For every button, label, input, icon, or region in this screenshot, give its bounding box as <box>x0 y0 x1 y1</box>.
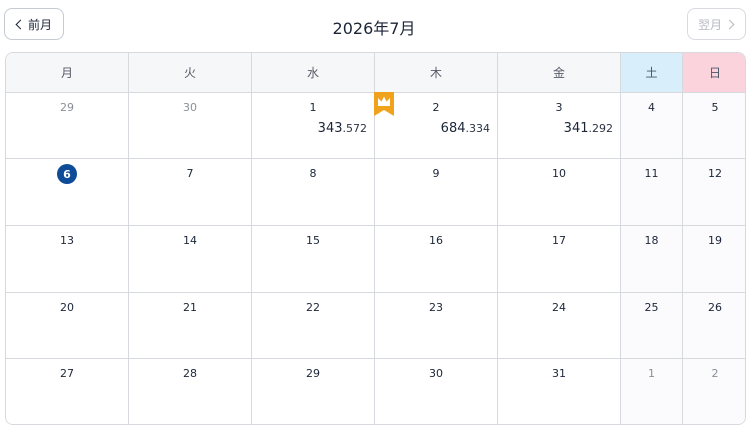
day-cell[interactable]: 18 <box>621 226 683 293</box>
day-number: 25 <box>644 301 659 314</box>
day-cell[interactable]: 29 <box>6 93 129 159</box>
day-cell[interactable]: 10 <box>498 159 621 226</box>
day-number: 16 <box>429 234 443 247</box>
day-number: 14 <box>183 234 197 247</box>
day-number: 11 <box>644 167 659 180</box>
day-number: 31 <box>552 367 566 380</box>
day-cell[interactable]: 3 341.292 <box>498 93 621 159</box>
day-number: 20 <box>60 301 74 314</box>
day-cell[interactable]: 13 <box>6 226 129 293</box>
day-number: 23 <box>429 301 443 314</box>
day-cell[interactable]: 30 <box>129 93 252 159</box>
day-cell[interactable]: 1 343.572 <box>252 93 375 159</box>
day-cell[interactable]: 2 <box>683 359 745 424</box>
day-number: 8 <box>309 167 317 180</box>
month-title: 2026年7月 <box>332 19 416 38</box>
day-value: 343.572 <box>318 121 367 136</box>
day-number: 18 <box>644 234 659 247</box>
day-cell[interactable]: 26 <box>683 293 745 359</box>
day-value-integer: 341 <box>563 121 589 136</box>
day-cell[interactable]: 2 684.334 <box>374 92 498 159</box>
day-number: 10 <box>552 167 566 180</box>
day-cell[interactable]: 11 <box>621 159 683 226</box>
day-value-integer: 343 <box>317 121 343 136</box>
day-number: 4 <box>648 101 655 114</box>
day-value: 684.334 <box>441 121 490 136</box>
day-number: 3 <box>555 101 563 114</box>
day-cell[interactable]: 28 <box>129 359 252 424</box>
day-cell[interactable]: 5 <box>683 93 745 159</box>
day-number: 29 <box>60 101 74 114</box>
day-number: 30 <box>183 101 197 114</box>
day-number: 28 <box>183 367 197 380</box>
today-badge: 6 <box>57 164 77 184</box>
day-cell[interactable]: 9 <box>375 159 498 226</box>
day-cell[interactable]: 4 <box>621 93 683 159</box>
day-cell[interactable]: 15 <box>252 226 375 293</box>
day-number: 13 <box>60 234 74 247</box>
weekday-header-mon: 月 <box>6 53 129 93</box>
weekday-header-thu: 木 <box>375 53 498 93</box>
day-number: 7 <box>186 167 194 180</box>
day-value-decimal: .572 <box>342 122 368 135</box>
day-number: 15 <box>306 234 320 247</box>
day-value-decimal: .292 <box>588 122 614 135</box>
day-cell[interactable]: 29 <box>252 359 375 424</box>
weekday-header-sat: 土 <box>621 53 683 93</box>
day-value-integer: 684 <box>440 121 466 136</box>
day-number: 1 <box>648 367 655 380</box>
day-number: 24 <box>552 301 566 314</box>
day-cell[interactable]: 20 <box>6 293 129 359</box>
day-cell[interactable]: 23 <box>375 293 498 359</box>
weekday-header-fri: 金 <box>498 53 621 93</box>
day-number: 12 <box>708 167 722 180</box>
next-month-button[interactable]: 翌月 <box>687 8 746 40</box>
day-cell[interactable]: 14 <box>129 226 252 293</box>
day-cell[interactable]: 30 <box>375 359 498 424</box>
weekday-header-wed: 水 <box>252 53 375 93</box>
calendar-grid: 月 火 水 木 金 土 日 29 30 1 343.572 2 684.334 3 341.2… <box>5 52 746 425</box>
day-cell[interactable]: 12 <box>683 159 745 226</box>
day-cell[interactable]: 7 <box>129 159 252 226</box>
day-cell[interactable]: 1 <box>621 359 683 424</box>
weekday-header-sun: 日 <box>683 53 745 93</box>
day-value: 341.292 <box>564 121 613 136</box>
next-month-label: 翌月 <box>698 17 723 32</box>
day-number: 2 <box>711 367 719 380</box>
day-number: 19 <box>708 234 722 247</box>
weekday-header-tue: 火 <box>129 53 252 93</box>
day-cell[interactable]: 8 <box>252 159 375 226</box>
day-cell[interactable]: 21 <box>129 293 252 359</box>
day-cell[interactable]: 17 <box>498 226 621 293</box>
day-cell[interactable]: 16 <box>375 226 498 293</box>
day-value-decimal: .334 <box>465 122 491 135</box>
day-number: 30 <box>429 367 443 380</box>
day-number: 5 <box>711 101 719 114</box>
day-cell[interactable]: 31 <box>498 359 621 424</box>
day-number: 21 <box>183 301 197 314</box>
day-cell[interactable]: 19 <box>683 226 745 293</box>
day-number: 2 <box>432 101 440 114</box>
day-number: 22 <box>306 301 320 314</box>
day-number: 1 <box>309 101 317 114</box>
day-cell[interactable]: 27 <box>6 359 129 424</box>
day-cell[interactable]: 24 <box>498 293 621 359</box>
day-number: 17 <box>552 234 566 247</box>
chevron-right-icon <box>724 19 735 29</box>
day-number: 27 <box>60 367 74 380</box>
day-cell[interactable]: 25 <box>621 293 683 359</box>
day-cell[interactable]: 22 <box>252 293 375 359</box>
day-number: 26 <box>708 301 722 314</box>
day-cell[interactable]: 6 <box>6 159 129 226</box>
day-number: 9 <box>432 167 440 180</box>
day-number: 29 <box>306 367 320 380</box>
